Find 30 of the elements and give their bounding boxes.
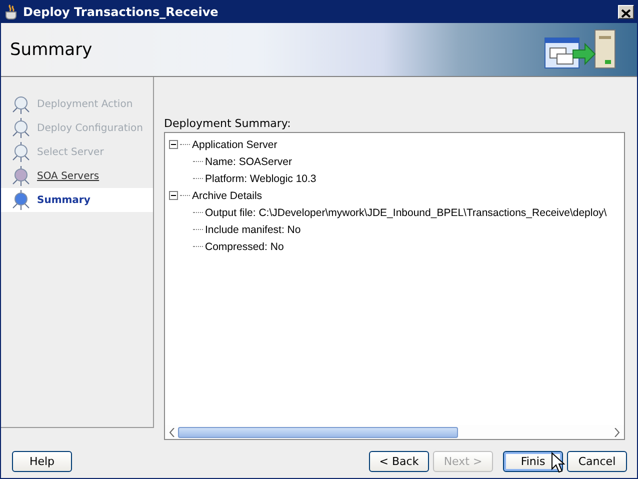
step-item[interactable]: Summary — [1, 188, 153, 212]
tree-node[interactable]: Name: SOAServer — [205, 156, 292, 168]
scroll-left-icon[interactable] — [169, 428, 175, 436]
summary-label: Deployment Summary: — [164, 117, 292, 130]
step-item[interactable]: SOA Servers — [1, 164, 153, 188]
tree-node[interactable]: Archive Details — [192, 190, 262, 202]
scroll-right-icon[interactable] — [614, 428, 620, 436]
tree-node[interactable]: Include manifest: No — [205, 224, 301, 236]
collapse-toggle[interactable] — [169, 191, 178, 200]
close-icon — [621, 9, 631, 18]
step-icon — [11, 118, 31, 138]
step-icon — [11, 166, 31, 186]
page-title: Summary — [9, 40, 94, 60]
collapse-toggle[interactable] — [169, 140, 178, 149]
step-icon — [11, 94, 31, 114]
dialog-button[interactable]: Help — [12, 450, 72, 472]
tree-node[interactable]: Platform: Weblogic 10.3 — [205, 172, 316, 184]
step-item: Select Server — [1, 140, 153, 164]
step-icon — [11, 190, 31, 210]
tree-node[interactable]: Application Server — [192, 138, 278, 150]
dialog-button[interactable]: Cancel — [567, 450, 627, 472]
step-icon — [11, 142, 31, 162]
dialog-button[interactable]: < Back — [369, 450, 429, 472]
tree-node[interactable]: Output file: C:\JDeveloper\mywork\JDE_Inbound_BPEL\Transactions_Receive\deploy\ — [205, 206, 607, 218]
cursor-icon — [551, 452, 565, 473]
step-item: Deployment Action — [1, 92, 153, 116]
window-title: Deploy Transactions_Receive — [23, 5, 220, 19]
step-item: Deploy Configuration — [1, 116, 153, 140]
tree-node[interactable]: Compressed: No — [205, 240, 284, 252]
close-button[interactable] — [618, 5, 634, 19]
